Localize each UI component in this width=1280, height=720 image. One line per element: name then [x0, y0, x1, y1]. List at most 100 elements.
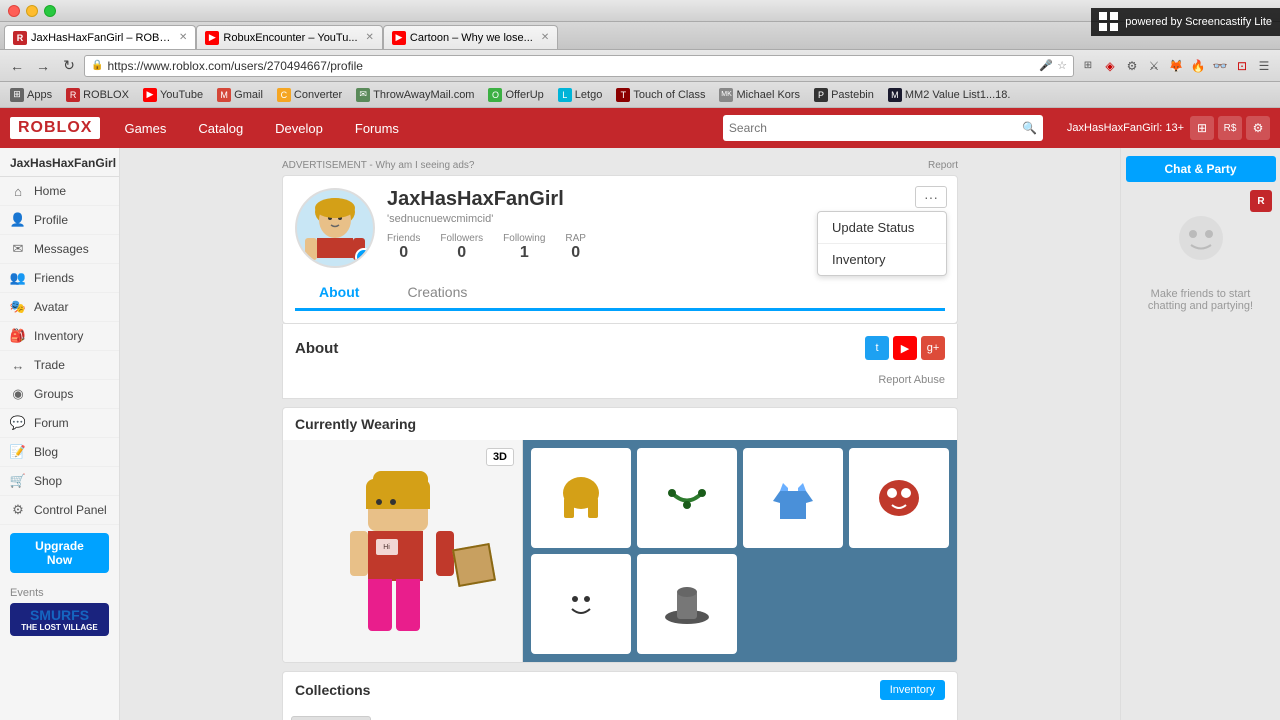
- nav-icon-5[interactable]: 🔥: [1188, 56, 1208, 76]
- bookmark-mk[interactable]: MK Michael Kors: [713, 86, 806, 104]
- bookmark-youtube-label: YouTube: [160, 89, 203, 101]
- nav-forums[interactable]: Forums: [347, 117, 407, 140]
- collection-item[interactable]: [291, 716, 371, 720]
- close-button[interactable]: [8, 5, 20, 17]
- bookmark-converter-label: Converter: [294, 89, 342, 101]
- bookmark-letgo-label: Letgo: [575, 89, 603, 101]
- bookmark-throwaway[interactable]: ✉ ThrowAwayMail.com: [350, 86, 480, 104]
- sidebar-item-inventory[interactable]: 🎒 Inventory: [0, 322, 119, 351]
- dropdown-inventory[interactable]: Inventory: [818, 244, 946, 275]
- header-icons: ⊞ R$ ⚙: [1190, 116, 1270, 140]
- nav-icon-4[interactable]: 🦊: [1166, 56, 1186, 76]
- bookmark-youtube[interactable]: ▶ YouTube: [137, 86, 209, 104]
- twitter-icon[interactable]: t: [865, 336, 889, 360]
- stat-friends-label: Friends: [387, 233, 420, 244]
- roblox-header: ROBLOX Games Catalog Develop Forums 🔍 Ja…: [0, 108, 1280, 148]
- profile-menu-button[interactable]: ···: [915, 186, 947, 208]
- sidebar-item-friends[interactable]: 👥 Friends: [0, 264, 119, 293]
- nav-icon-6[interactable]: 👓: [1210, 56, 1230, 76]
- bookmark-roblox[interactable]: R ROBLOX: [60, 86, 135, 104]
- tab-about[interactable]: About: [295, 276, 383, 311]
- star-icon[interactable]: ☆: [1057, 59, 1067, 72]
- upgrade-button[interactable]: Upgrade Now: [10, 533, 109, 573]
- item-mask[interactable]: [849, 448, 949, 548]
- sidebar-item-forum[interactable]: 💬 Forum: [0, 409, 119, 438]
- item-necklace[interactable]: [637, 448, 737, 548]
- extensions-icon[interactable]: ⊞: [1078, 56, 1098, 76]
- avatar-badge: 8: [355, 248, 373, 266]
- tab-roblox[interactable]: R JaxHasHaxFanGirl – ROBL... ✕: [4, 25, 196, 49]
- report-link[interactable]: Report: [928, 160, 958, 171]
- item-shirt[interactable]: [743, 448, 843, 548]
- sidebar-item-profile[interactable]: 👤 Profile: [0, 206, 119, 235]
- tab-cartoon-close[interactable]: ✕: [541, 32, 549, 43]
- roblox-extension-icon[interactable]: R: [1250, 190, 1272, 212]
- nav-icon-red1[interactable]: ◈: [1100, 56, 1120, 76]
- item-hair[interactable]: [531, 448, 631, 548]
- tab-creations[interactable]: Creations: [383, 276, 491, 311]
- report-abuse-link[interactable]: Report Abuse: [295, 368, 945, 386]
- bookmark-letgo[interactable]: L Letgo: [552, 86, 609, 104]
- tab-youtube-favicon: ▶: [205, 31, 219, 45]
- roblox-logo[interactable]: ROBLOX: [10, 117, 100, 139]
- tab-youtube-close[interactable]: ✕: [366, 32, 374, 43]
- robux-icon[interactable]: R$: [1218, 116, 1242, 140]
- sidebar-item-controlpanel[interactable]: ⚙ Control Panel: [0, 496, 119, 525]
- chat-party-button[interactable]: Chat & Party: [1126, 156, 1276, 182]
- main-layout: JaxHasHaxFanGirl ⌂ Home 👤 Profile ✉ Mess…: [0, 148, 1280, 720]
- sidebar-item-messages[interactable]: ✉ Messages: [0, 235, 119, 264]
- hamburger-menu[interactable]: ☰: [1254, 56, 1274, 76]
- search-input[interactable]: [729, 121, 1018, 135]
- bookmark-toc[interactable]: T Touch of Class: [610, 86, 711, 104]
- profile-tabs: About Creations: [295, 276, 945, 311]
- settings-icon[interactable]: ⚙: [1246, 116, 1270, 140]
- bookmark-converter[interactable]: C Converter: [271, 86, 348, 104]
- dropdown-update-status[interactable]: Update Status: [818, 212, 946, 244]
- item-hat[interactable]: [637, 554, 737, 654]
- nav-icon-3[interactable]: ⚔: [1144, 56, 1164, 76]
- item-face[interactable]: [531, 554, 631, 654]
- grid-icon[interactable]: ⊞: [1190, 116, 1214, 140]
- smurfs-banner[interactable]: SMURFS THE LOST VILLAGE: [10, 603, 109, 636]
- tab-youtube[interactable]: ▶ RobuxEncounter – YouTu... ✕: [196, 25, 383, 49]
- btn-3d[interactable]: 3D: [486, 448, 514, 466]
- nav-icon-2[interactable]: ⚙: [1122, 56, 1142, 76]
- sidebar-item-groups[interactable]: ◉ Groups: [0, 380, 119, 409]
- address-bar[interactable]: 🔒 https://www.roblox.com/users/270494667…: [84, 55, 1074, 77]
- bookmark-offerup[interactable]: O OfferUp: [482, 86, 549, 104]
- sidebar-item-home[interactable]: ⌂ Home: [0, 177, 119, 206]
- nav-develop[interactable]: Develop: [267, 117, 331, 140]
- nav-games[interactable]: Games: [116, 117, 174, 140]
- bookmark-letgo-icon: L: [558, 88, 572, 102]
- bookmark-gmail[interactable]: M Gmail: [211, 86, 269, 104]
- maximize-button[interactable]: [44, 5, 56, 17]
- bookmark-pastebin[interactable]: P Pastebin: [808, 86, 880, 104]
- youtube-icon[interactable]: ▶: [893, 336, 917, 360]
- bookmark-mm2[interactable]: M MM2 Value List1...18.: [882, 86, 1017, 104]
- sidebar-item-avatar[interactable]: 🎭 Avatar: [0, 293, 119, 322]
- social-icons: t ▶ g+: [865, 336, 945, 360]
- username-display: JaxHasHaxFanGirl: 13+: [1067, 122, 1184, 134]
- collections-inventory-button[interactable]: Inventory: [880, 680, 945, 700]
- sidebar-item-blog[interactable]: 📝 Blog: [0, 438, 119, 467]
- search-icon[interactable]: 🔍: [1022, 121, 1037, 135]
- user-area: JaxHasHaxFanGirl: 13+ ⊞ R$ ⚙: [1067, 116, 1270, 140]
- gplus-icon[interactable]: g+: [921, 336, 945, 360]
- bookmark-toc-label: Touch of Class: [633, 89, 705, 101]
- sidebar-trade-label: Trade: [34, 358, 65, 372]
- tab-cartoon[interactable]: ▶ Cartoon – Why we lose... ✕: [383, 25, 558, 49]
- about-header: About t ▶ g+: [295, 336, 945, 360]
- back-button[interactable]: ←: [6, 55, 28, 77]
- bookmark-gmail-icon: M: [217, 88, 231, 102]
- tab-roblox-close[interactable]: ✕: [179, 32, 187, 43]
- minimize-button[interactable]: [26, 5, 38, 17]
- nav-catalog[interactable]: Catalog: [190, 117, 251, 140]
- nav-icon-7[interactable]: ⊡: [1232, 56, 1252, 76]
- forum-icon: 💬: [10, 415, 26, 431]
- sidebar-messages-label: Messages: [34, 242, 89, 256]
- reload-button[interactable]: ↻: [58, 55, 80, 77]
- forward-button[interactable]: →: [32, 55, 54, 77]
- bookmark-apps[interactable]: ⊞ Apps: [4, 86, 58, 104]
- sidebar-item-shop[interactable]: 🛒 Shop: [0, 467, 119, 496]
- sidebar-item-trade[interactable]: ↔ Trade: [0, 351, 119, 380]
